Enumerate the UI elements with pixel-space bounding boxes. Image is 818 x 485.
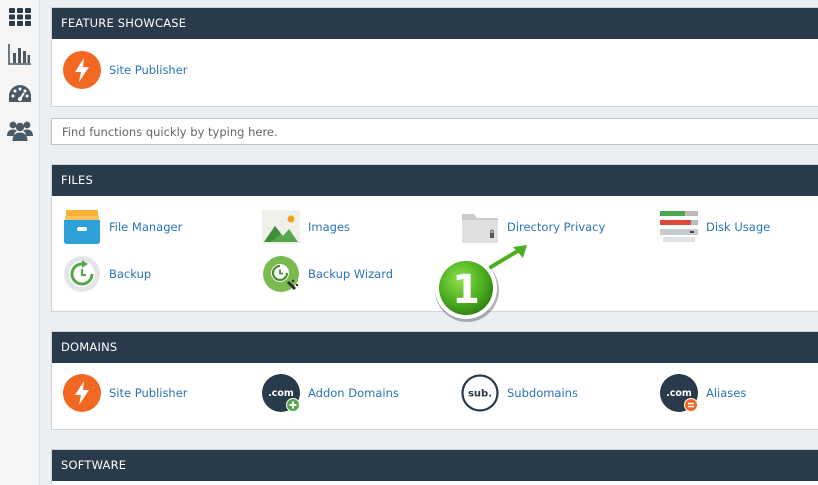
directory-privacy-label: Directory Privacy	[507, 220, 606, 234]
backup-icon	[63, 255, 101, 293]
disk-usage-label: Disk Usage	[706, 220, 771, 234]
domains-site-publisher-label: Site Publisher	[109, 386, 188, 400]
images-link[interactable]: Images	[262, 208, 350, 246]
search-bar	[51, 118, 818, 145]
disk-usage-link[interactable]: Disk Usage	[660, 208, 770, 246]
disk-usage-icon	[660, 208, 698, 246]
feature-site-publisher-link[interactable]: Site Publisher	[63, 51, 188, 89]
addon-domains-link[interactable]: .com Addon Domains	[262, 374, 399, 412]
backup-wizard-label: Backup Wizard	[308, 267, 394, 281]
subdomains-label: Subdomains	[507, 386, 578, 400]
lightning-icon	[63, 374, 101, 412]
domains-title: DOMAINS	[52, 332, 818, 363]
subdomains-badge-text: sub.	[468, 389, 492, 400]
addon-domains-label: Addon Domains	[308, 386, 399, 400]
sidebar	[0, 0, 40, 485]
backup-wizard-icon	[262, 255, 300, 293]
domains-panel: DOMAINS Site Publisher .com Addon Domain…	[51, 331, 818, 430]
feature-site-publisher-label: Site Publisher	[109, 63, 188, 77]
main-content: FEATURE SHOWCASE Site Publisher FILES Fi…	[51, 0, 818, 485]
software-panel: SOFTWARE	[51, 449, 818, 485]
backup-wizard-link[interactable]: Backup Wizard	[262, 255, 393, 293]
domains-site-publisher-link[interactable]: Site Publisher	[63, 374, 188, 412]
images-icon	[262, 208, 300, 246]
callout-number: 1	[452, 267, 480, 313]
bar-chart-icon[interactable]	[7, 41, 33, 67]
file-manager-icon	[63, 208, 101, 246]
dashboard-icon[interactable]	[7, 81, 33, 107]
addon-domains-icon: .com	[262, 374, 300, 412]
callout-arrow-line	[489, 247, 523, 269]
lightning-icon	[63, 51, 101, 89]
aliases-link[interactable]: .com Aliases	[660, 374, 746, 412]
feature-showcase-panel: FEATURE SHOWCASE Site Publisher	[51, 7, 818, 107]
grid-icon[interactable]	[7, 4, 33, 30]
images-label: Images	[308, 220, 351, 234]
file-manager-label: File Manager	[109, 220, 183, 234]
subdomains-icon: sub.	[461, 374, 499, 412]
aliases-badge-text: .com	[666, 388, 692, 399]
subdomains-link[interactable]: sub. Subdomains	[461, 374, 578, 412]
users-icon[interactable]	[7, 117, 33, 143]
search-input[interactable]	[52, 119, 818, 144]
feature-showcase-title: FEATURE SHOWCASE	[52, 8, 818, 39]
aliases-icon: .com	[660, 374, 698, 412]
directory-privacy-link[interactable]: Directory Privacy	[461, 208, 605, 246]
step-callout: 1	[433, 245, 543, 325]
files-title: FILES	[52, 165, 818, 196]
backup-label: Backup	[109, 267, 152, 281]
addon-badge-text: .com	[268, 388, 294, 399]
file-manager-link[interactable]: File Manager	[63, 208, 182, 246]
directory-privacy-icon	[461, 208, 499, 246]
backup-link[interactable]: Backup	[63, 255, 151, 293]
aliases-label: Aliases	[706, 386, 747, 400]
software-title: SOFTWARE	[52, 450, 818, 481]
